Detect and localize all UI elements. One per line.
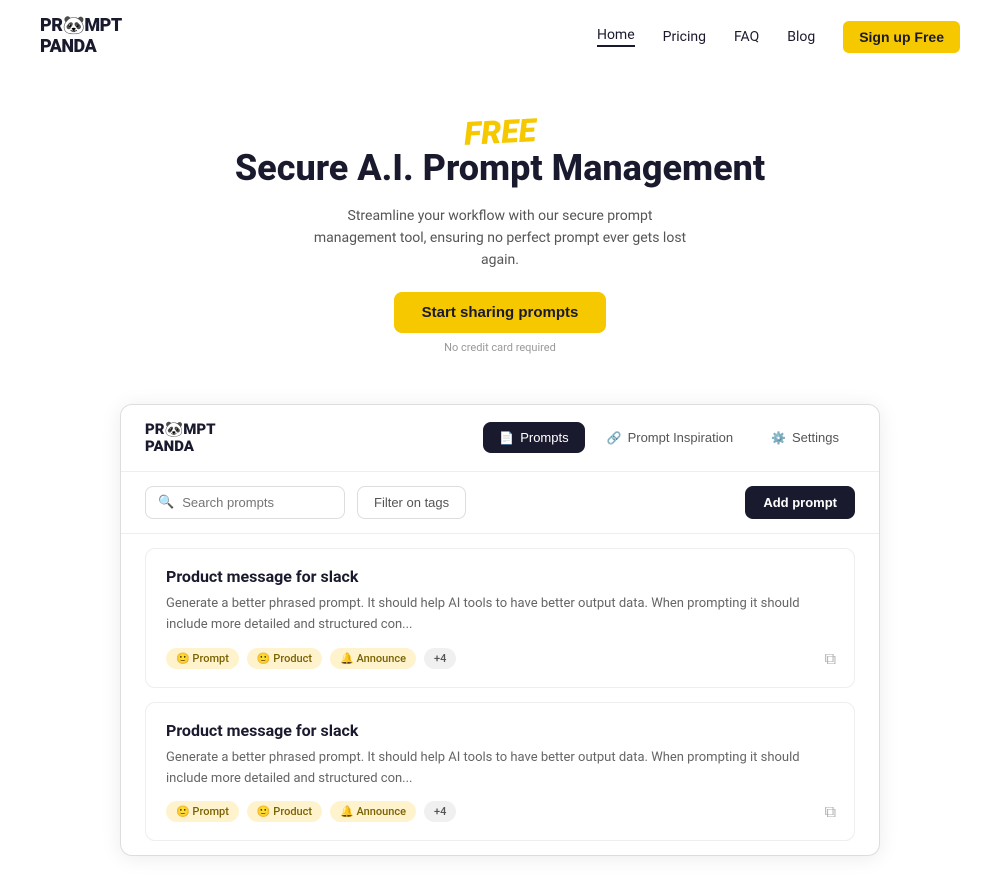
tab-prompts[interactable]: 📄 Prompts — [483, 422, 584, 453]
settings-icon: ⚙️ — [771, 431, 786, 445]
nav-link-faq[interactable]: FAQ — [734, 29, 759, 45]
hero-free-badge: FREE — [463, 112, 537, 154]
nav-logo-line1: PR🐼MPT — [40, 16, 122, 37]
prompt-tags: 🙂 Prompt 🙂 Product 🔔 Announce +4 — [166, 801, 834, 822]
hero-section: FREE Secure A.I. Prompt Management Strea… — [0, 73, 1000, 383]
tag-prompt: 🙂 Prompt — [166, 648, 239, 669]
search-wrap: 🔍 — [145, 486, 345, 519]
app-logo-line1: PR🐼MPT — [145, 421, 216, 438]
tag-product: 🙂 Product — [247, 801, 322, 822]
prompt-list: Product message for slack Generate a bet… — [121, 548, 879, 841]
prompt-card-title: Product message for slack — [166, 567, 834, 586]
nav-logo-line2: PANDA — [40, 37, 122, 58]
hero-no-credit: No credit card required — [20, 341, 980, 354]
app-toolbar: 🔍 Filter on tags Add prompt — [121, 472, 879, 534]
nav-link-blog[interactable]: Blog — [787, 29, 815, 45]
inspiration-icon: 🔗 — [607, 431, 622, 445]
nav-logo: PR🐼MPT PANDA — [40, 16, 122, 57]
tab-prompt-inspiration[interactable]: 🔗 Prompt Inspiration — [591, 422, 749, 453]
tag-prompt: 🙂 Prompt — [166, 801, 239, 822]
add-prompt-button[interactable]: Add prompt — [745, 486, 855, 519]
prompt-card-title: Product message for slack — [166, 721, 834, 740]
hero-title: Secure A.I. Prompt Management — [20, 147, 980, 190]
prompt-tags: 🙂 Prompt 🙂 Product 🔔 Announce +4 — [166, 648, 834, 669]
tag-product: 🙂 Product — [247, 648, 322, 669]
copy-icon[interactable]: ⧉ — [825, 802, 836, 822]
tab-settings[interactable]: ⚙️ Settings — [755, 422, 855, 453]
search-input[interactable] — [182, 495, 332, 510]
prompt-card: Product message for slack Generate a bet… — [145, 702, 855, 842]
app-logo-line2: PANDA — [145, 438, 216, 455]
hero-subtitle: Streamline your workflow with our secure… — [310, 205, 690, 272]
app-preview: PR🐼MPT PANDA 📄 Prompts 🔗 Prompt Inspirat… — [120, 404, 880, 857]
app-tabs: 📄 Prompts 🔗 Prompt Inspiration ⚙️ Settin… — [483, 422, 855, 453]
signup-button[interactable]: Sign up Free — [843, 21, 960, 53]
prompt-card: Product message for slack Generate a bet… — [145, 548, 855, 688]
tag-announce: 🔔 Announce — [330, 801, 416, 822]
tag-more: +4 — [424, 801, 456, 822]
tag-announce: 🔔 Announce — [330, 648, 416, 669]
app-logo: PR🐼MPT PANDA — [145, 421, 216, 456]
nav-link-home[interactable]: Home — [597, 27, 635, 47]
tag-more: +4 — [424, 648, 456, 669]
prompt-card-body: Generate a better phrased prompt. It sho… — [166, 748, 834, 790]
prompt-card-body: Generate a better phrased prompt. It sho… — [166, 594, 834, 636]
prompts-icon: 📄 — [499, 431, 514, 445]
app-header: PR🐼MPT PANDA 📄 Prompts 🔗 Prompt Inspirat… — [121, 405, 879, 473]
search-icon: 🔍 — [158, 495, 174, 510]
filter-tags-button[interactable]: Filter on tags — [357, 486, 466, 519]
copy-icon[interactable]: ⧉ — [825, 649, 836, 669]
nav-links: Home Pricing FAQ Blog Sign up Free — [597, 21, 960, 53]
hero-cta-button[interactable]: Start sharing prompts — [394, 292, 607, 333]
navbar: PR🐼MPT PANDA Home Pricing FAQ Blog Sign … — [0, 0, 1000, 73]
nav-link-pricing[interactable]: Pricing — [663, 29, 706, 45]
